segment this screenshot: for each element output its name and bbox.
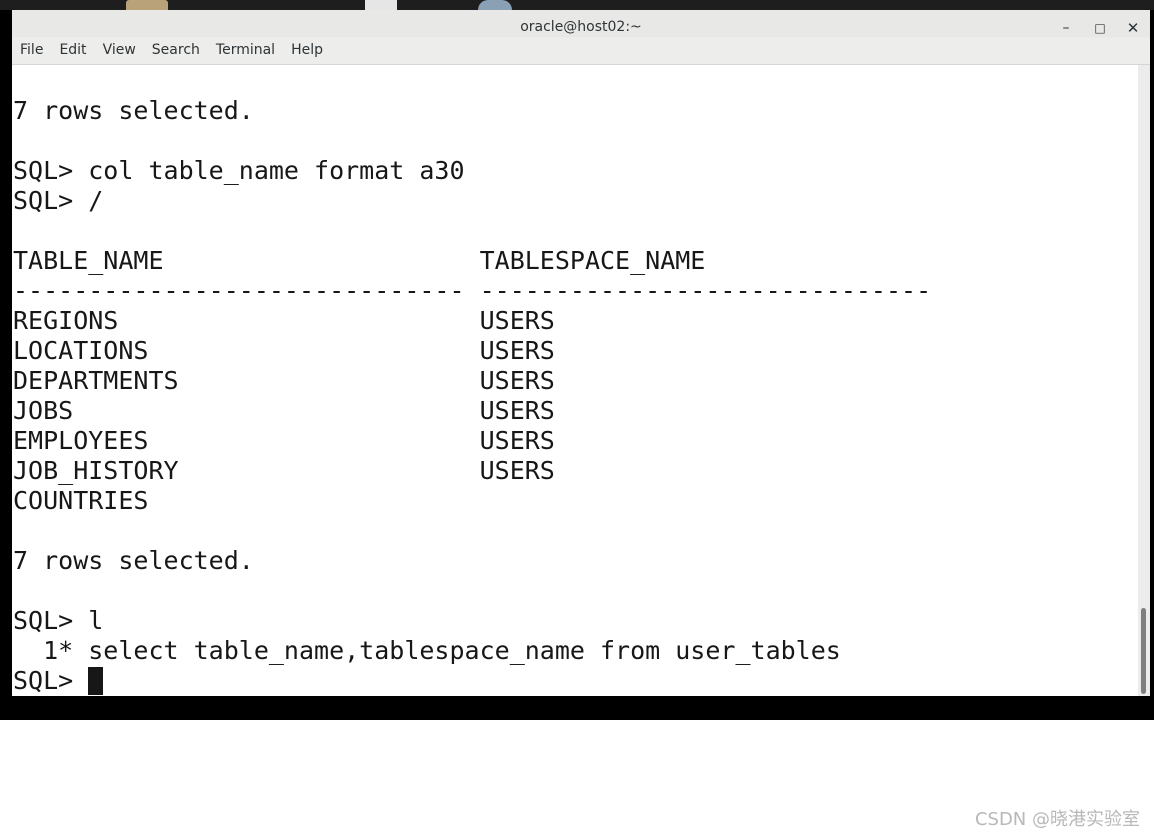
text-cursor (88, 667, 103, 695)
menu-file[interactable]: File (12, 37, 51, 64)
terminal-line: LOCATIONS USERS (13, 336, 555, 365)
terminal-line: REGIONS USERS (13, 306, 555, 335)
terminal-line: COUNTRIES (13, 486, 149, 515)
scrollbar-thumb[interactable] (1141, 608, 1146, 694)
terminal-line: EMPLOYEES USERS (13, 426, 555, 455)
terminal-line: ------------------------------ ---------… (13, 276, 932, 305)
menu-help[interactable]: Help (283, 37, 331, 64)
terminal-line: 7 rows selected. (13, 546, 254, 575)
menu-edit[interactable]: Edit (51, 37, 94, 64)
menu-view[interactable]: View (95, 37, 144, 64)
menu-search[interactable]: Search (144, 37, 208, 64)
terminal-line: SQL> / (13, 186, 104, 215)
terminal-line: JOBS USERS (13, 396, 555, 425)
terminal-line: TABLE_NAME TABLESPACE_NAME (13, 246, 706, 275)
menu-terminal[interactable]: Terminal (208, 37, 283, 64)
window-title: oracle@host02:~ (520, 19, 642, 35)
terminal-prompt-line: SQL> (13, 666, 89, 695)
disk-icon[interactable] (478, 0, 512, 10)
terminal-line: SQL> col table_name format a30 (13, 156, 465, 185)
terminal-scrollbar[interactable] (1138, 65, 1150, 696)
terminal-line: SQL> l (13, 606, 104, 635)
terminal-output[interactable]: 7 rows selected. SQL> col table_name for… (12, 65, 1138, 696)
folder-icon[interactable] (126, 0, 168, 10)
menu-bar: File Edit View Search Terminal Help (12, 37, 1150, 65)
desktop-background (0, 0, 1154, 10)
terminal-line: DEPARTMENTS USERS (13, 366, 555, 395)
document-icon[interactable] (365, 0, 397, 10)
terminal-line: 7 rows selected. (13, 96, 254, 125)
watermark: CSDN @晓港实验室 (974, 809, 1140, 830)
terminal-line: JOB_HISTORY USERS (13, 456, 555, 485)
terminal-line: 1* select table_name,tablespace_name fro… (13, 636, 841, 665)
